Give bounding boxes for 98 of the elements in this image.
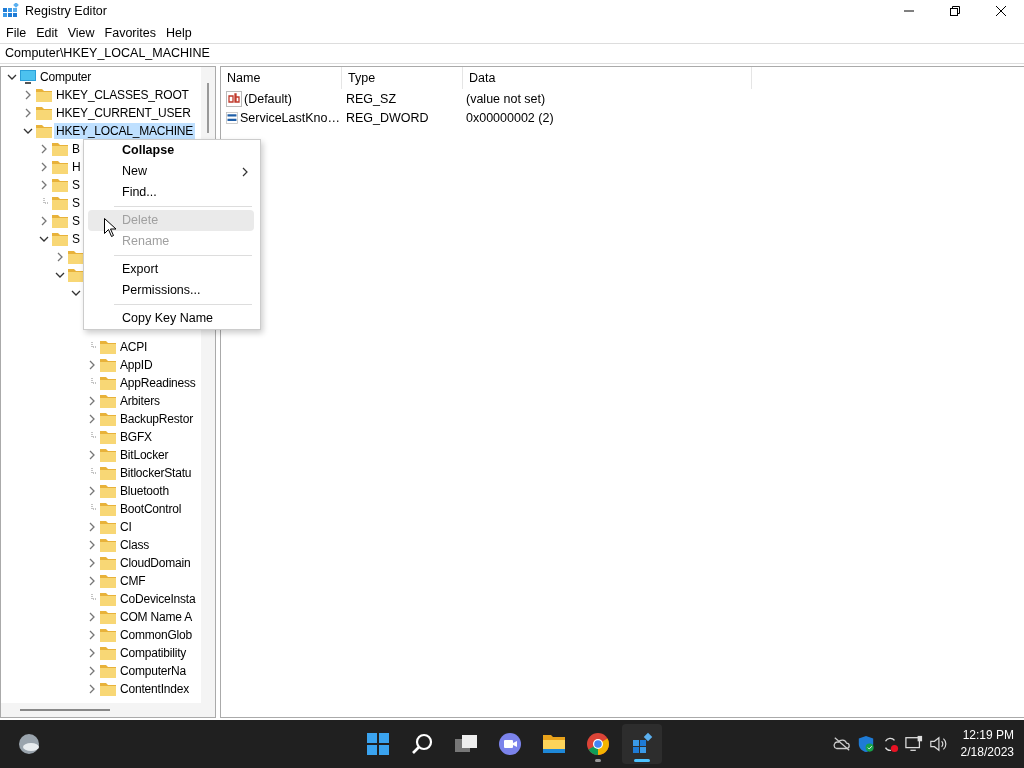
tree-item[interactable]: BitLocker <box>118 447 171 463</box>
chevron-right-icon[interactable] <box>87 630 97 640</box>
cloud-off-icon[interactable] <box>832 735 851 753</box>
chevron-right-icon[interactable] <box>87 576 97 586</box>
volume-icon[interactable] <box>928 735 947 753</box>
tree-item[interactable]: S <box>70 177 82 193</box>
tree-item[interactable]: AppID <box>118 357 155 373</box>
chevron-right-icon[interactable] <box>87 414 97 424</box>
chevron-right-icon[interactable] <box>87 558 97 568</box>
search-icon <box>410 732 434 756</box>
windows-logo-icon <box>366 732 390 756</box>
monitor-icon[interactable] <box>904 735 923 753</box>
tree-item[interactable]: ComputerNa <box>118 663 189 679</box>
tree-item[interactable]: BGFX <box>118 429 154 445</box>
chevron-right-icon[interactable] <box>39 144 49 154</box>
chevron-right-icon[interactable] <box>87 666 97 676</box>
chevron-right-icon[interactable] <box>87 540 97 550</box>
registry-icon <box>3 3 19 19</box>
menu-item[interactable]: Favorites <box>99 25 161 40</box>
menu-item[interactable]: Edit <box>31 25 63 40</box>
column-header[interactable]: Name <box>221 67 342 89</box>
context-menu-item[interactable]: Copy Key Name <box>88 308 254 329</box>
chevron-right-icon[interactable] <box>23 90 33 100</box>
registry-icon <box>630 732 654 756</box>
tree-item[interactable]: COM Name A <box>118 609 195 625</box>
chevron-right-icon[interactable] <box>55 252 65 262</box>
clock-time: 12:19 PM <box>962 727 1014 744</box>
tree-item[interactable]: S <box>70 213 82 229</box>
tree-item[interactable]: ACPI <box>118 339 150 355</box>
taskbar-app[interactable] <box>622 724 662 764</box>
value-type: REG_SZ <box>345 91 397 106</box>
restore-icon <box>950 6 960 16</box>
chevron-right-icon[interactable] <box>39 216 49 226</box>
tree-item[interactable]: CloudDomain <box>118 555 193 571</box>
column-header[interactable]: Type <box>342 67 463 89</box>
chevron-down-icon[interactable] <box>7 72 17 82</box>
chevron-right-icon[interactable] <box>87 360 97 370</box>
menu-item[interactable]: File <box>1 25 32 40</box>
tree-item[interactable]: Computer <box>38 69 94 85</box>
tree-item[interactable]: AppReadiness <box>118 375 198 391</box>
tree-item[interactable]: Bluetooth <box>118 483 171 499</box>
value-data: (value not set) <box>465 91 547 106</box>
column-header[interactable]: Data <box>463 67 752 89</box>
menu-item[interactable]: View <box>62 25 100 40</box>
address-bar[interactable]: Computer\HKEY_LOCAL_MACHINE <box>0 43 1024 64</box>
chevron-right-icon[interactable] <box>87 648 97 658</box>
context-menu-item[interactable]: Collapse <box>88 140 254 161</box>
tree-item[interactable]: ContentIndex <box>118 681 191 697</box>
window-title: Registry Editor <box>25 4 107 18</box>
chat-icon <box>498 732 522 756</box>
tree-item[interactable]: Class <box>118 537 151 553</box>
menu-item[interactable]: Help <box>161 25 197 40</box>
chevron-down-icon[interactable] <box>71 288 81 298</box>
folder-icon <box>542 732 566 756</box>
value-name: (Default) <box>244 91 292 106</box>
tree-item[interactable]: Arbiters <box>118 393 162 409</box>
chevron-right-icon[interactable] <box>87 486 97 496</box>
clock[interactable]: 12:19 PM 2/18/2023 <box>960 727 1014 761</box>
tree-item[interactable]: CommonGlob <box>118 627 195 643</box>
chevron-right-icon[interactable] <box>23 108 33 118</box>
chevron-down-icon[interactable] <box>55 270 65 280</box>
tree-item[interactable]: BackupRestor <box>118 411 195 427</box>
tree-item[interactable]: B <box>70 141 82 157</box>
tree-item[interactable]: HKEY_CLASSES_ROOT <box>54 87 191 103</box>
value-data: 0x00000002 (2) <box>465 110 555 125</box>
weather-icon[interactable] <box>17 732 41 756</box>
tree-item[interactable]: HKEY_CURRENT_USER <box>54 105 193 121</box>
tree-item[interactable]: BootControl <box>118 501 184 517</box>
context-menu-item[interactable]: Find... <box>88 182 254 203</box>
tree-item[interactable]: H <box>70 159 83 175</box>
chevron-right-icon[interactable] <box>87 450 97 460</box>
tree-item[interactable]: HKEY_LOCAL_MACHINE <box>54 123 196 139</box>
context-menu-item[interactable]: Export <box>88 259 254 280</box>
chevron-down-icon[interactable] <box>23 126 33 136</box>
tree-item[interactable]: CoDeviceInsta <box>118 591 198 607</box>
browser-icon <box>586 732 610 756</box>
tree-item[interactable]: Compatibility <box>118 645 189 661</box>
chevron-right-icon[interactable] <box>87 684 97 694</box>
shield-icon[interactable] <box>856 735 875 753</box>
close-icon <box>996 6 1006 16</box>
horizontal-scrollbar[interactable] <box>1 703 215 717</box>
value-type: REG_DWORD <box>345 110 430 125</box>
chevron-right-icon[interactable] <box>87 396 97 406</box>
value-name: ServiceLastKno… <box>239 110 340 125</box>
context-menu-item[interactable]: New <box>88 161 254 182</box>
tree-item[interactable]: BitlockerStatu <box>118 465 194 481</box>
chevron-right-icon[interactable] <box>39 180 49 190</box>
tree-item[interactable]: CMF <box>118 573 148 589</box>
clock-date: 2/18/2023 <box>960 744 1014 761</box>
context-menu-item[interactable]: Permissions... <box>88 280 254 301</box>
chevron-right-icon[interactable] <box>87 612 97 622</box>
chevron-down-icon[interactable] <box>39 234 49 244</box>
tree-item[interactable]: CI <box>118 519 134 535</box>
chevron-right-icon[interactable] <box>39 162 49 172</box>
tree-item[interactable]: S <box>70 231 82 247</box>
chevron-right-icon[interactable] <box>87 522 97 532</box>
tree-item[interactable]: S <box>70 195 82 211</box>
mouse-cursor-icon <box>104 218 116 237</box>
